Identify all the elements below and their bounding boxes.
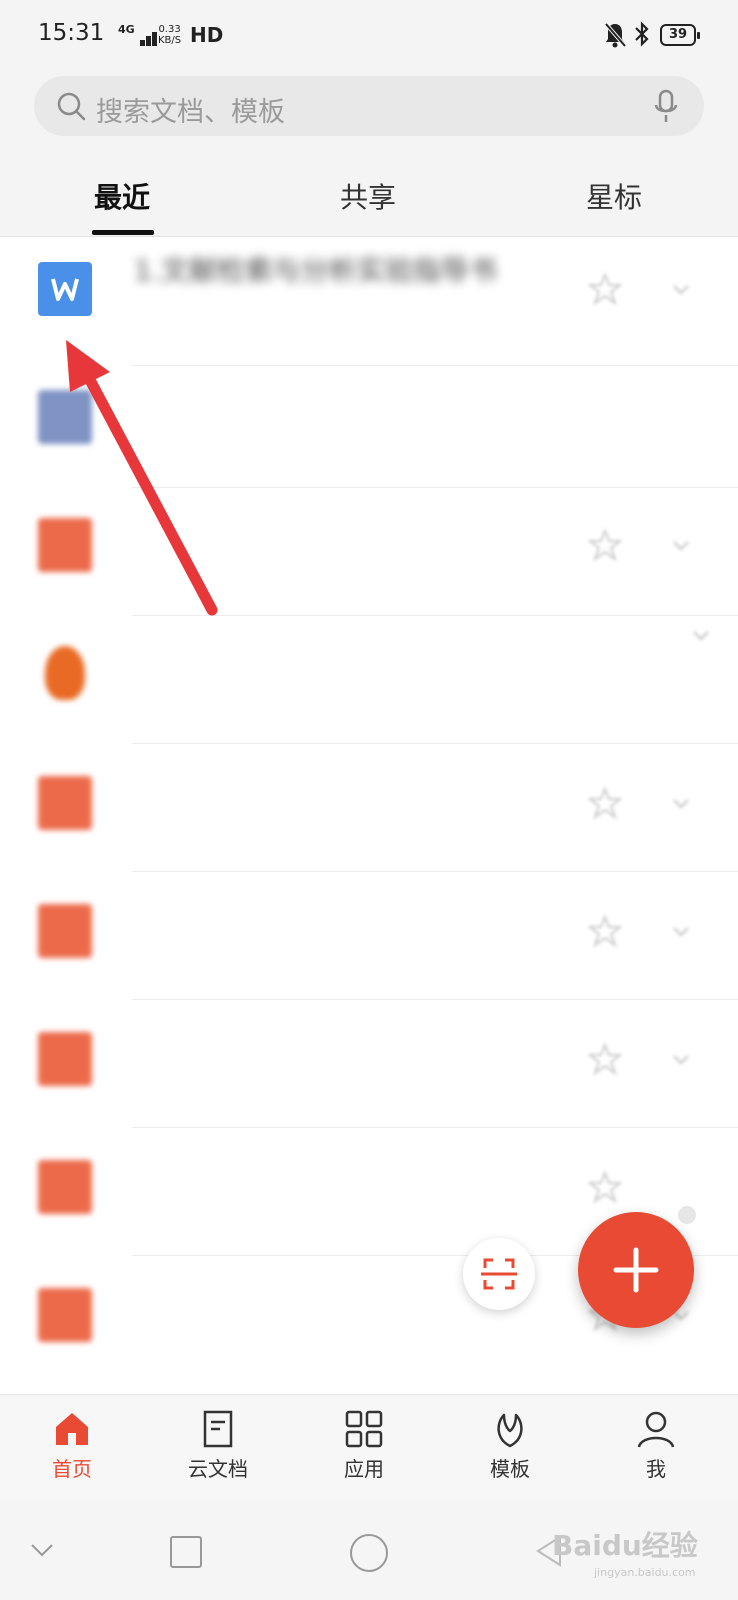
list-item[interactable] [0, 616, 738, 744]
avatar-icon [45, 646, 85, 700]
pdf-doc-icon [38, 1160, 92, 1214]
star-icon[interactable] [588, 1170, 622, 1204]
watermark-url: jingyan.baidu.com [594, 1566, 696, 1579]
apps-grid-icon [345, 1410, 383, 1448]
pdf-doc-icon [38, 1288, 92, 1342]
net-speed-value: 0.33 [158, 24, 181, 35]
battery-indicator: 39 [660, 24, 700, 46]
bell-muted-icon [604, 22, 626, 48]
pdf-doc-icon [38, 1032, 92, 1086]
chevron-down-icon[interactable] [670, 534, 692, 556]
plus-icon [613, 1247, 659, 1293]
active-tab-indicator [92, 230, 154, 235]
nav-label: 模板 [490, 1457, 530, 1481]
search-area: 搜索文档、模板 [0, 72, 738, 162]
nav-templates[interactable]: 模板 [460, 1409, 560, 1482]
bottom-navigation: 首页 云文档 应用 模板 我 [0, 1394, 738, 1503]
list-item[interactable] [0, 1000, 738, 1128]
scan-icon [481, 1258, 517, 1290]
list-item[interactable]: 1.文献检索与分析实验指导书 [0, 238, 738, 366]
watermark-text: Baidu经验 [552, 1529, 698, 1562]
bluetooth-icon [635, 21, 649, 47]
star-icon[interactable] [588, 786, 622, 820]
chevron-down-icon[interactable] [670, 1048, 692, 1070]
nav-label: 应用 [344, 1457, 384, 1481]
pdf-doc-icon [38, 518, 92, 572]
pdf-doc-icon [38, 776, 92, 830]
tab-recent[interactable]: 最近 [94, 176, 150, 216]
nav-label: 我 [646, 1457, 666, 1481]
chevron-down-icon[interactable] [690, 624, 712, 646]
hd-indicator: HD [190, 23, 224, 47]
tab-bar: 最近 共享 星标 [0, 162, 738, 237]
net-speed: 0.33 KB/S [158, 24, 181, 46]
collapse-chevron-icon[interactable] [30, 1542, 54, 1558]
star-icon[interactable] [588, 272, 622, 306]
profile-icon [637, 1411, 675, 1448]
status-time: 15:31 [38, 20, 105, 46]
nav-cloud-docs[interactable]: 云文档 [168, 1409, 268, 1482]
tab-starred[interactable]: 星标 [586, 176, 642, 216]
list-item[interactable] [0, 360, 738, 488]
star-icon[interactable] [588, 528, 622, 562]
chevron-down-icon[interactable] [670, 792, 692, 814]
search-bar[interactable]: 搜索文档、模板 [34, 76, 704, 136]
network-type: 4G [118, 23, 135, 36]
nav-label: 云文档 [188, 1457, 248, 1481]
tab-shared[interactable]: 共享 [340, 176, 396, 216]
nav-label: 首页 [52, 1457, 92, 1481]
file-title: 1.文献检索与分析实验指导书 [134, 254, 497, 287]
nav-apps[interactable]: 应用 [314, 1409, 414, 1482]
search-input[interactable]: 搜索文档、模板 [96, 90, 285, 129]
create-new-button[interactable] [578, 1212, 694, 1328]
nav-me[interactable]: 我 [606, 1409, 706, 1482]
cloud-doc-icon [203, 1410, 233, 1448]
word-doc-icon [38, 262, 92, 316]
star-icon[interactable] [588, 1042, 622, 1076]
nav-home[interactable]: 首页 [22, 1409, 122, 1482]
recent-apps-icon[interactable] [170, 1536, 202, 1568]
search-icon [57, 92, 86, 121]
chevron-down-icon[interactable] [670, 278, 692, 300]
microphone-icon[interactable] [654, 89, 678, 125]
mail-doc-icon [38, 390, 92, 444]
scan-button[interactable] [463, 1238, 535, 1310]
home-circle-icon[interactable] [350, 1534, 388, 1572]
status-bar: 15:31 4G 0.33 KB/S HD 39 [0, 0, 738, 72]
net-speed-unit: KB/S [158, 35, 182, 46]
list-item[interactable] [0, 744, 738, 872]
template-leaf-icon [497, 1413, 523, 1448]
list-item[interactable] [0, 488, 738, 616]
star-icon[interactable] [588, 914, 622, 948]
pdf-doc-icon [38, 904, 92, 958]
list-item[interactable] [0, 872, 738, 1000]
chevron-down-icon[interactable] [670, 920, 692, 942]
home-icon [56, 1413, 88, 1445]
